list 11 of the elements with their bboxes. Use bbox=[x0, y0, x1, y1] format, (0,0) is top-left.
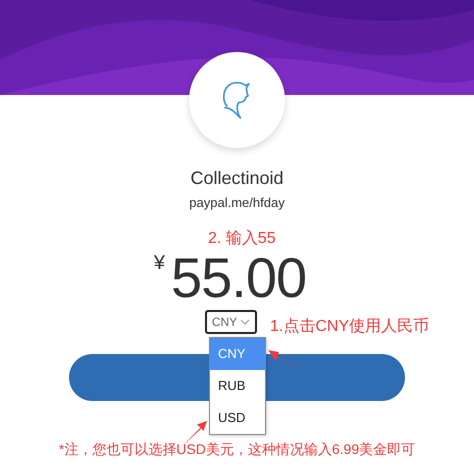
currency-symbol: ¥ bbox=[154, 252, 165, 275]
dropdown-option[interactable]: USD bbox=[210, 402, 265, 434]
merchant-link[interactable]: paypal.me/hfday bbox=[189, 194, 285, 212]
annotation-text: 1.点击CNY使用人民币 bbox=[270, 316, 430, 337]
merchant-name: Collectinoid bbox=[190, 167, 284, 190]
currency-select[interactable]: CNY bbox=[204, 310, 258, 334]
dropdown-option[interactable]: RUB bbox=[210, 370, 265, 402]
annotation-text: 2. 输入55 bbox=[208, 228, 276, 249]
amount-field[interactable]: 55.00 bbox=[170, 246, 306, 310]
annotation-text: *注，您也可以选择USD美元，这种情况输入6.99美金即可 bbox=[58, 441, 416, 459]
chevron-icon bbox=[240, 319, 250, 325]
